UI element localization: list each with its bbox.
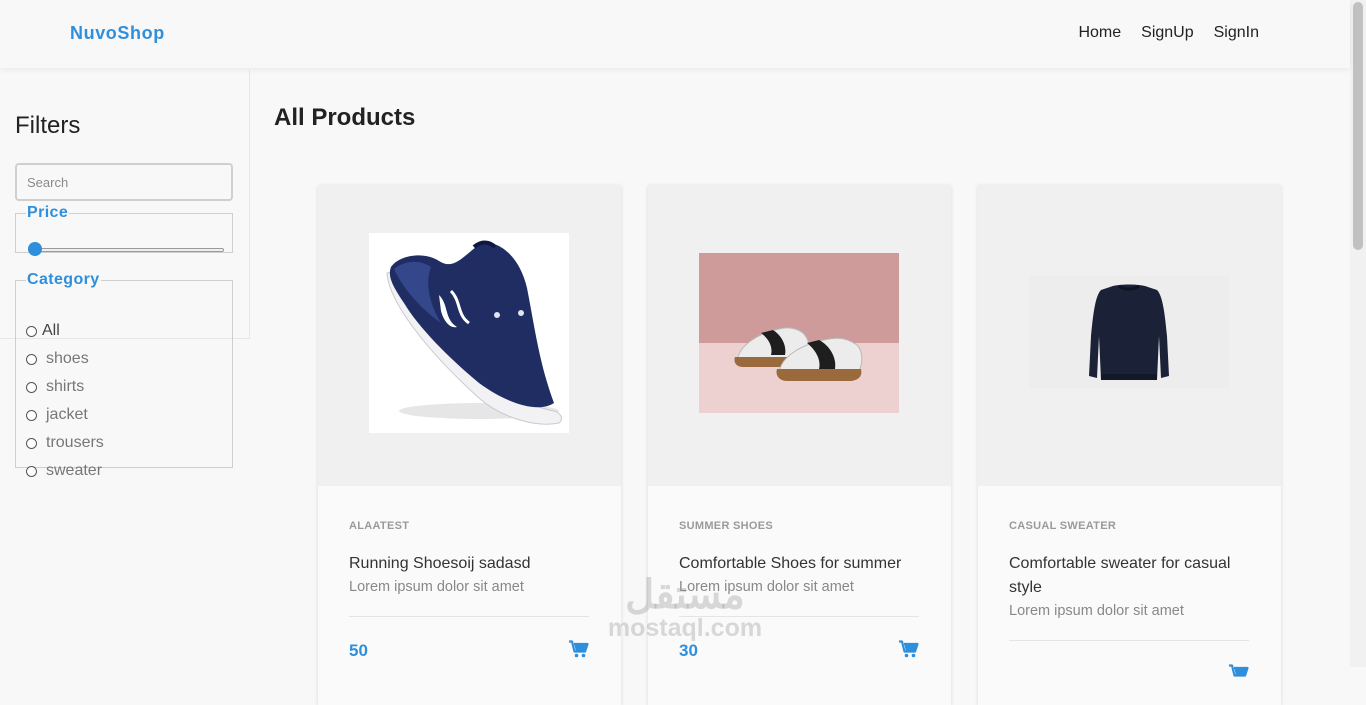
add-to-cart-icon[interactable] [899,640,919,658]
radio-button[interactable] [26,353,37,365]
category-option-jacket[interactable]: jacket [26,401,104,429]
product-category: ALAATEST [349,520,410,532]
category-option-shoes[interactable]: shoes [26,345,104,373]
product-price: 50 [349,641,368,660]
nav-signin-link[interactable]: SignIn [1214,24,1259,42]
product-image-container[interactable] [318,185,621,486]
category-option-trousers[interactable]: trousers [26,429,104,457]
navbar: NuvoShop Home SignUp SignIn [0,0,1350,68]
product-image-white-sneakers-pink-background[interactable] [699,253,899,413]
scrollbar-thumb[interactable] [1353,2,1363,250]
page-title: All Products [274,104,416,131]
product-card[interactable]: CASUAL SWEATER Comfortable sweater for c… [978,185,1281,705]
category-label: shoes [46,350,89,367]
product-image-container[interactable] [648,185,951,486]
category-label: sweater [46,462,103,479]
category-label: trousers [46,434,104,451]
product-title[interactable]: Running Shoesoij sadasd [349,552,589,576]
product-price: 30 [679,641,698,660]
category-list: All shoes shirts jacket trousers sweater [26,317,104,485]
radio-button[interactable] [26,325,37,337]
product-title[interactable]: Comfortable sweater for casual style [1009,552,1249,600]
card-divider [679,616,919,617]
radio-button[interactable] [26,437,37,449]
product-image-navy-running-shoe[interactable] [369,233,569,433]
price-slider-thumb[interactable] [28,242,42,256]
product-description: Lorem ipsum dolor sit amet [679,579,854,595]
radio-button[interactable] [26,465,37,477]
product-description: Lorem ipsum dolor sit amet [349,579,524,595]
radio-button[interactable] [26,381,37,393]
nav-home-link[interactable]: Home [1078,24,1121,42]
product-image-navy-sweater[interactable] [1029,276,1229,388]
price-slider[interactable] [28,242,224,256]
category-filter: Category All shoes shirts jacket trouser… [15,271,233,479]
category-option-sweater[interactable]: sweater [26,457,104,485]
page-scrollbar[interactable] [1350,0,1366,667]
product-image-container[interactable] [978,185,1281,486]
product-category: SUMMER SHOES [679,520,774,532]
category-label: shirts [46,378,85,395]
price-filter: Price [15,204,233,256]
search-input[interactable] [15,163,233,201]
price-legend: Price [27,204,69,221]
add-to-cart-icon[interactable] [569,640,589,658]
category-legend: Category [27,271,100,288]
filters-title: Filters [15,112,81,139]
card-divider [349,616,589,617]
brand-logo[interactable]: NuvoShop [70,23,165,44]
product-title[interactable]: Comfortable Shoes for summer [679,552,919,576]
product-card[interactable]: ALAATEST Running Shoesoij sadasd Lorem i… [318,185,621,705]
radio-button[interactable] [26,409,37,421]
price-slider-track[interactable] [28,248,224,252]
product-card[interactable]: SUMMER SHOES Comfortable Shoes for summe… [648,185,951,705]
category-label: jacket [46,406,88,423]
nav-links: Home SignUp SignIn [1078,24,1259,42]
category-option-shirts[interactable]: shirts [26,373,104,401]
product-description: Lorem ipsum dolor sit amet [1009,603,1184,619]
product-category: CASUAL SWEATER [1009,520,1117,532]
category-option-all[interactable]: All [26,317,104,345]
card-divider [1009,640,1249,641]
category-label: All [42,322,60,339]
nav-signup-link[interactable]: SignUp [1141,24,1193,42]
